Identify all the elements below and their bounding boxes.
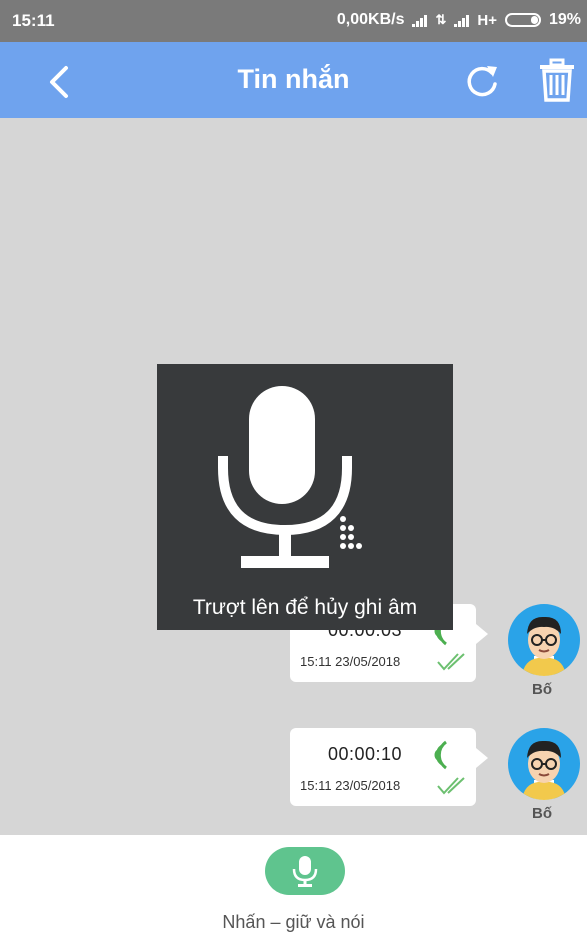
message-row: 00:00:10 15:11 23/05/2018 Bố <box>0 728 587 828</box>
avatar[interactable] <box>508 728 580 800</box>
bottom-bar: Nhấn – giữ và nói <box>0 835 587 940</box>
sender-name: Bố <box>532 681 552 698</box>
hold-to-talk-hint: Nhấn – giữ và nói <box>222 912 365 932</box>
hold-to-talk-button[interactable] <box>265 847 345 895</box>
data-arrows-icon: ⇅ <box>435 12 447 27</box>
network-speed: 0,00KB/s <box>336 11 405 28</box>
voice-message-bubble[interactable]: 00:00:10 15:11 23/05/2018 <box>290 728 488 806</box>
app-header: Tin nhắn <box>0 42 587 118</box>
network-type: H+ <box>477 11 497 29</box>
microphone-icon <box>292 856 318 887</box>
sound-wave-icon <box>434 740 447 770</box>
trash-icon <box>540 58 574 102</box>
message-timestamp: 15:11 23/05/2018 <box>300 778 401 793</box>
status-right: 0,00KB/s ⇅ H+ 19% <box>337 11 581 29</box>
status-bar: 15:11 0,00KB/s ⇅ H+ 19% <box>0 0 587 42</box>
avatar-face-icon <box>522 740 566 800</box>
signal-icon <box>412 13 428 27</box>
battery-icon <box>504 13 541 27</box>
recording-hint: Trượt lên để hủy ghi âm <box>192 596 418 619</box>
double-check-icon <box>437 653 465 671</box>
battery-level: 19% <box>548 11 581 28</box>
double-check-icon <box>437 777 465 795</box>
message-timestamp: 15:11 23/05/2018 <box>300 654 401 669</box>
recording-overlay: Trượt lên để hủy ghi âm <box>157 364 453 630</box>
signal-icon-2 <box>454 13 470 27</box>
volume-level-icon <box>340 516 362 549</box>
refresh-icon <box>467 66 497 97</box>
microphone-icon <box>218 386 352 568</box>
delete-button[interactable] <box>536 58 578 102</box>
refresh-button[interactable] <box>462 60 502 100</box>
sender-name: Bố <box>532 805 552 822</box>
avatar[interactable] <box>508 604 580 676</box>
avatar-face-icon <box>522 616 566 676</box>
voice-duration: 00:00:10 <box>328 744 403 764</box>
status-time: 15:11 <box>12 11 55 30</box>
